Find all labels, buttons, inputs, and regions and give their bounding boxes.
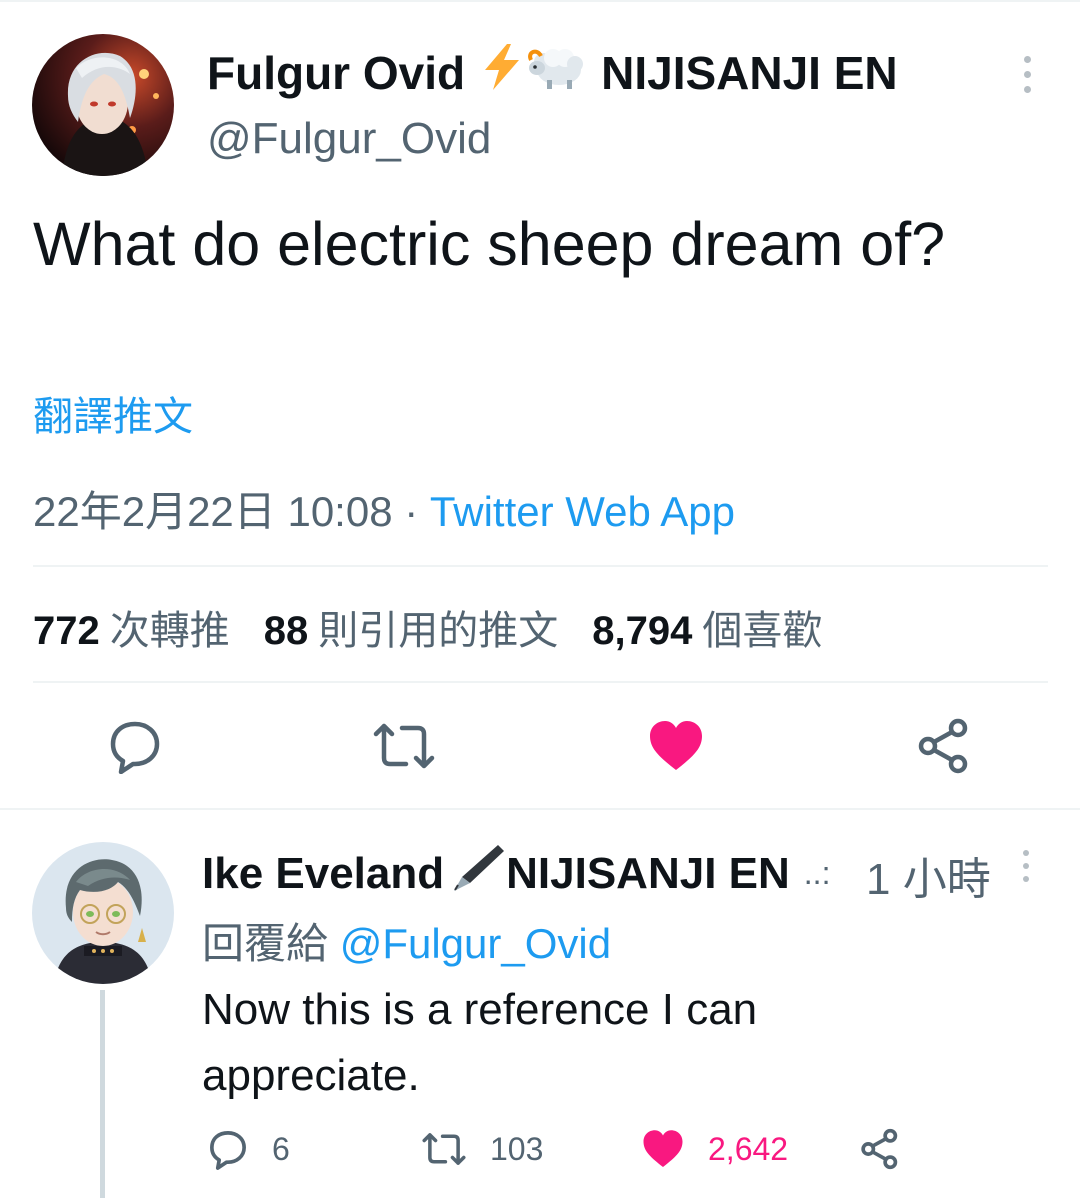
quotes-stat[interactable]: 88 則引用的推文 <box>264 598 559 656</box>
reply-button[interactable] <box>105 718 165 775</box>
heart-filled-icon <box>650 721 702 770</box>
section-separator <box>0 808 1080 810</box>
lightning-emoji-icon <box>481 44 523 101</box>
quotes-label: 則引用的推文 <box>318 609 559 653</box>
name-truncation: ..: <box>803 855 831 891</box>
divider <box>33 565 1048 567</box>
retweet-icon <box>373 723 435 769</box>
replying-to: 回覆給 @Fulgur_Ovid <box>202 910 611 971</box>
translate-tweet-link[interactable]: 翻譯推文 <box>33 384 193 442</box>
more-options-icon[interactable] <box>1010 56 1044 100</box>
heart-filled-icon <box>643 1130 683 1167</box>
tweet-metadata: 22年2月22日 10:08 · Twitter Web App <box>33 478 735 539</box>
reply-share-button[interactable] <box>858 1128 924 1170</box>
reply-author-name: Ike Eveland <box>202 848 445 898</box>
author-affiliation: NIJISANJI EN <box>601 46 898 99</box>
source-app-link[interactable]: Twitter Web App <box>430 488 735 535</box>
meta-separator: · <box>392 488 430 535</box>
thread-connector <box>100 990 105 1198</box>
quotes-count: 88 <box>263 609 309 653</box>
share-icon <box>861 1128 898 1170</box>
author-name: Fulgur Ovid <box>207 46 466 99</box>
sheep-emoji-icon <box>527 44 585 101</box>
retweets-stat[interactable]: 772 次轉推 <box>33 598 230 656</box>
likes-label: 個喜歡 <box>702 609 823 653</box>
retweets-label: 次轉推 <box>109 609 230 653</box>
reply-author-avatar[interactable] <box>32 842 174 984</box>
fountain-pen-emoji-icon <box>446 843 506 904</box>
reply-author-display-name[interactable]: Ike Eveland NIJISANJI EN ..: <box>202 843 830 904</box>
author-avatar[interactable] <box>32 34 174 176</box>
reply-more-options-icon[interactable] <box>1016 850 1036 890</box>
share-button[interactable] <box>914 718 974 774</box>
likes-count: 8,794 <box>592 609 693 653</box>
top-border <box>0 0 1080 2</box>
divider <box>33 681 1048 683</box>
reply-text: Now this is a reference I can appreciate… <box>202 985 758 1100</box>
reply-like-button[interactable]: 2,642 <box>640 1128 788 1170</box>
reply-icon <box>110 721 160 775</box>
reply-timestamp[interactable]: 1 小時 <box>866 843 991 907</box>
author-display-name[interactable]: Fulgur Ovid NIJISANJI EN <box>207 44 898 101</box>
like-count: 2,642 <box>708 1130 789 1167</box>
tweet-text: What do electric sheep dream of? <box>33 210 946 278</box>
reply-icon <box>210 1131 246 1170</box>
replying-to-handle[interactable]: @Fulgur_Ovid <box>340 920 611 967</box>
tweet-stats: 772 次轉推 88 則引用的推文 8,794 個喜歡 <box>33 598 822 656</box>
share-icon <box>918 718 968 774</box>
like-button[interactable] <box>646 718 706 774</box>
tweet-timestamp[interactable]: 22年2月22日 10:08 <box>33 488 393 535</box>
retweet-count: 103 <box>490 1130 544 1167</box>
likes-stat[interactable]: 8,794 個喜歡 <box>592 598 822 656</box>
replying-prefix: 回覆給 <box>202 920 329 967</box>
reply-reply-button[interactable]: 6 <box>206 1128 290 1170</box>
reply-retweet-button[interactable]: 103 <box>420 1128 543 1170</box>
reply-author-affiliation: NIJISANJI EN <box>506 848 790 898</box>
reply-count: 6 <box>272 1130 290 1167</box>
retweets-count: 772 <box>33 609 100 653</box>
retweet-icon <box>422 1133 466 1165</box>
author-handle[interactable]: @Fulgur_Ovid <box>207 114 491 164</box>
retweet-button[interactable] <box>370 718 435 774</box>
